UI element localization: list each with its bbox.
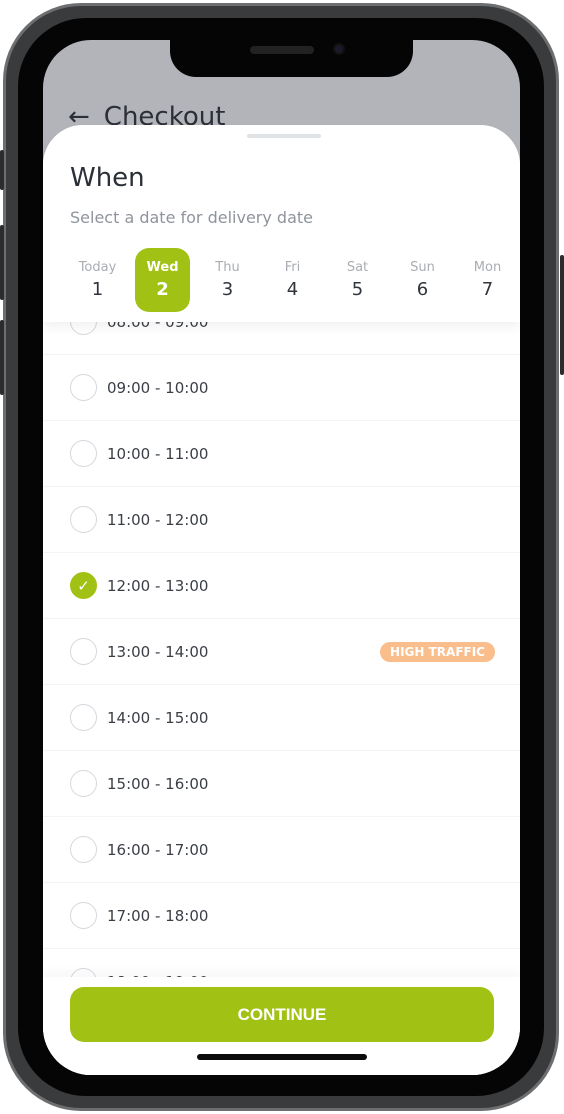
day-name: Wed (146, 260, 179, 275)
slot-time: 13:00 - 14:00 (107, 642, 209, 661)
day-name: Mon (473, 260, 502, 275)
time-slot-row[interactable]: 15:00 - 16:00 (43, 751, 520, 817)
home-indicator (197, 1054, 367, 1060)
radio-button[interactable] (70, 836, 97, 863)
day-date: 4 (286, 279, 299, 300)
footer: CONTINUE (43, 977, 520, 1075)
slot-time: 11:00 - 12:00 (107, 510, 209, 529)
radio-button[interactable] (70, 902, 97, 929)
sheet-title: When (70, 163, 145, 193)
high-traffic-badge: HIGH TRAFFIC (380, 641, 495, 662)
day-sat[interactable]: Sat 5 (325, 248, 390, 312)
day-name: Sun (410, 260, 435, 275)
checked-radio-icon[interactable]: ✓ (70, 572, 97, 599)
bottom-sheet: When Select a date for delivery date Tod… (43, 125, 520, 1075)
slot-time: 09:00 - 10:00 (107, 378, 209, 397)
date-picker: Today 1 Wed 2 Thu 3 Fri 4 Sat 5 Sun 6 Mon 7 (65, 248, 520, 312)
time-slot-list[interactable]: 08:00 - 09:0009:00 - 10:0010:00 - 11:001… (43, 289, 520, 1015)
screen: ← Checkout When Select a date for delive… (43, 40, 520, 1075)
volume-down-button (0, 320, 4, 395)
sheet-subtitle: Select a date for delivery date (70, 208, 313, 227)
slot-time: 10:00 - 11:00 (107, 444, 209, 463)
time-slot-row[interactable]: 11:00 - 12:00 (43, 487, 520, 553)
day-wed[interactable]: Wed 2 (135, 248, 190, 312)
volume-up-button (0, 225, 4, 300)
day-date: 6 (416, 279, 429, 300)
power-button (560, 255, 564, 375)
day-today[interactable]: Today 1 (65, 248, 130, 312)
time-slot-row[interactable]: 13:00 - 14:00 HIGH TRAFFIC (43, 619, 520, 685)
radio-button[interactable] (70, 440, 97, 467)
day-date: 7 (481, 279, 494, 300)
time-slot-row[interactable]: 09:00 - 10:00 (43, 355, 520, 421)
day-date: 5 (351, 279, 364, 300)
drag-handle[interactable] (247, 134, 321, 138)
speaker (250, 46, 314, 54)
time-slot-row[interactable]: 17:00 - 18:00 (43, 883, 520, 949)
day-thu[interactable]: Thu 3 (195, 248, 260, 312)
day-date: 3 (221, 279, 234, 300)
radio-button[interactable] (70, 704, 97, 731)
notch (170, 40, 413, 77)
sheet-header: When Select a date for delivery date Tod… (43, 125, 520, 322)
time-slot-row[interactable]: 10:00 - 11:00 (43, 421, 520, 487)
day-name: Fri (284, 260, 301, 275)
time-slot-row[interactable]: ✓ 12:00 - 13:00 (43, 553, 520, 619)
day-name: Thu (215, 260, 240, 275)
day-fri[interactable]: Fri 4 (260, 248, 325, 312)
day-name: Today (78, 260, 117, 275)
time-slot-row[interactable]: 14:00 - 15:00 (43, 685, 520, 751)
day-date: 1 (91, 279, 104, 300)
slot-time: 12:00 - 13:00 (107, 576, 209, 595)
day-mon[interactable]: Mon 7 (455, 248, 520, 312)
mute-switch (0, 150, 4, 190)
time-slot-row[interactable]: 16:00 - 17:00 (43, 817, 520, 883)
radio-button[interactable] (70, 770, 97, 797)
radio-button[interactable] (70, 638, 97, 665)
slot-time: 17:00 - 18:00 (107, 906, 209, 925)
day-sun[interactable]: Sun 6 (390, 248, 455, 312)
radio-button[interactable] (70, 374, 97, 401)
slot-time: 16:00 - 17:00 (107, 840, 209, 859)
continue-button[interactable]: CONTINUE (70, 987, 494, 1042)
camera (333, 43, 345, 55)
radio-button[interactable] (70, 506, 97, 533)
slot-time: 14:00 - 15:00 (107, 708, 209, 727)
slot-time: 15:00 - 16:00 (107, 774, 209, 793)
day-name: Sat (346, 260, 369, 275)
day-date: 2 (156, 279, 169, 300)
